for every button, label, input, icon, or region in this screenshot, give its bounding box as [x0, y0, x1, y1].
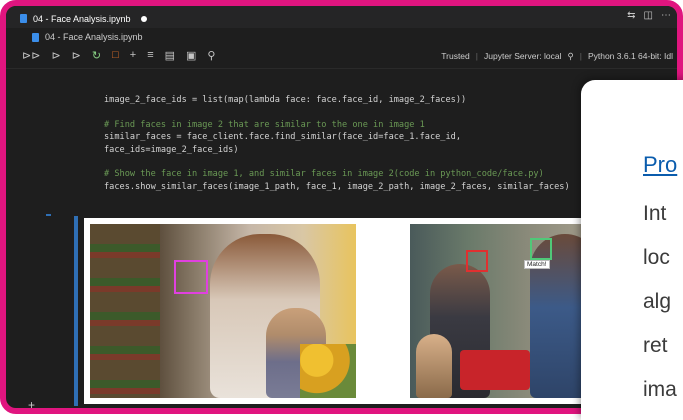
unsaved-dot-icon[interactable]: [140, 15, 147, 22]
run-all-icon[interactable]: ⊳⊳: [22, 49, 40, 62]
trusted-label[interactable]: Trusted: [441, 51, 470, 62]
add-cell-bottom-icon[interactable]: +: [28, 398, 35, 408]
notebook-file-icon: [32, 32, 39, 42]
tab-bar: 04 - Face Analysis.ipynb ⇆ ◫ ⋯: [6, 6, 677, 28]
code-line: face_ids=image_2_face_ids): [104, 144, 239, 155]
export-icon[interactable]: ⚲: [207, 49, 215, 62]
fruit-display: [300, 344, 356, 398]
run-below-icon[interactable]: ⊳: [72, 49, 81, 62]
notebook-toolbar: ⊳⊳ ⊳ ⊳ ↻ □ + ≡ ▤ ▣ ⚲ Trusted | Jupyter S…: [6, 46, 677, 69]
card-text-line: ret: [643, 334, 668, 357]
code-editor[interactable]: image_2_face_ids = list(map(lambda face:…: [104, 94, 570, 193]
code-line: image_2_face_ids = list(map(lambda face:…: [104, 95, 467, 105]
output-selection-bar: [74, 216, 78, 406]
child-figure: [416, 334, 452, 398]
card-text-line: Int: [643, 202, 667, 225]
kernel-selector[interactable]: Python 3.6.1 64-bit: Idl: [588, 51, 673, 62]
separator: |: [579, 51, 582, 61]
separator: |: [475, 51, 478, 61]
breadcrumb-label[interactable]: 04 - Face Analysis.ipynb: [45, 32, 143, 42]
overlay-card: Pro Int loc alg ret ima: [581, 80, 683, 420]
shopping-basket: [460, 350, 530, 390]
more-icon[interactable]: ⋯: [661, 10, 671, 21]
restart-kernel-icon[interactable]: ↻: [92, 49, 101, 62]
clear-outputs-icon[interactable]: ≡: [147, 49, 153, 62]
code-line: similar_faces = face_client.face.find_si…: [104, 132, 461, 143]
card-text-line: loc: [643, 246, 670, 269]
face-box-image-2: [466, 250, 488, 272]
code-comment: # Show the face in image 1, and similar …: [104, 169, 544, 180]
editor-actions: ⇆ ◫ ⋯: [627, 10, 671, 21]
code-line: faces.show_similar_faces(image_1_path, f…: [104, 181, 570, 192]
tab-title: 04 - Face Analysis.ipynb: [33, 13, 131, 24]
card-text-line: ima: [643, 378, 677, 401]
server-status[interactable]: Jupyter Server: local: [484, 51, 561, 62]
add-cell-icon[interactable]: +: [130, 49, 136, 62]
outline-icon[interactable]: ▣: [186, 49, 196, 62]
connection-icon: ⚲: [567, 51, 574, 61]
face-box-match: [530, 238, 552, 260]
shelf-graphic: [90, 224, 160, 398]
match-label: Match!: [524, 260, 550, 269]
split-editor-icon[interactable]: ◫: [644, 10, 653, 21]
variables-icon[interactable]: ▤: [165, 49, 175, 62]
compare-icon[interactable]: ⇆: [627, 10, 635, 21]
run-above-icon[interactable]: ⊳: [51, 49, 60, 62]
tab-notebook[interactable]: 04 - Face Analysis.ipynb: [20, 9, 147, 28]
output-image-2: [410, 224, 606, 398]
breadcrumb: 04 - Face Analysis.ipynb: [6, 28, 677, 46]
face-box-image-1: [174, 260, 208, 294]
code-comment: # Find faces in image 2 that are similar…: [104, 119, 425, 130]
output-image-1: [90, 224, 356, 398]
card-text-line: alg: [643, 290, 672, 313]
interrupt-kernel-icon[interactable]: □: [112, 49, 119, 62]
notebook-file-icon: [20, 14, 27, 23]
card-link[interactable]: Pro: [643, 152, 677, 178]
